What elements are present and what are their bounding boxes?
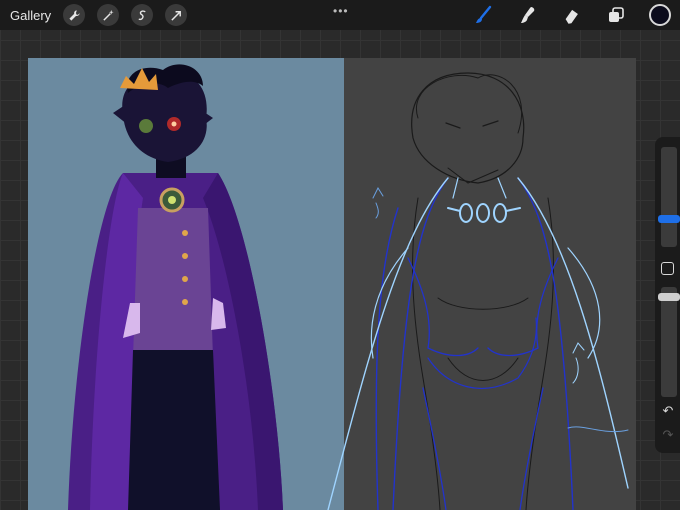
magic-wand-icon [103, 9, 114, 21]
smudge-icon [521, 7, 535, 23]
selection-button[interactable] [131, 4, 154, 26]
brush-size-slider[interactable] [658, 147, 680, 247]
shirt [133, 208, 213, 358]
eraser-tool-button[interactable] [561, 4, 583, 26]
smudge-tool-button[interactable] [517, 4, 539, 26]
wrench-icon [69, 9, 80, 21]
brush-sidebar: ↶ ↷ [655, 137, 680, 453]
layers-icon [609, 7, 624, 22]
right-toolset [473, 0, 680, 30]
opacity-slider[interactable] [658, 287, 680, 397]
transform-button[interactable] [165, 4, 188, 26]
brush-icon [476, 5, 492, 23]
undo-button[interactable]: ↶ [659, 403, 677, 419]
drawing-canvas[interactable] [28, 58, 636, 510]
adjustments-button[interactable] [97, 4, 120, 26]
top-toolbar: Gallery ••• [0, 0, 680, 30]
transform-arrow-icon [171, 10, 181, 21]
selection-icon [138, 9, 146, 20]
brush-tool-button[interactable] [473, 4, 495, 26]
modify-button[interactable] [661, 262, 674, 275]
brush-size-thumb[interactable] [658, 215, 680, 223]
redo-button[interactable]: ↷ [659, 427, 677, 443]
actions-button[interactable] [63, 4, 86, 26]
layers-button[interactable] [605, 4, 627, 26]
more-menu-handle[interactable]: ••• [333, 4, 349, 18]
eraser-icon [565, 9, 578, 24]
pants [128, 350, 220, 510]
artwork-image [28, 58, 636, 510]
gallery-button[interactable]: Gallery [10, 8, 51, 23]
opacity-thumb[interactable] [658, 293, 680, 301]
color-picker-button[interactable] [649, 4, 671, 26]
